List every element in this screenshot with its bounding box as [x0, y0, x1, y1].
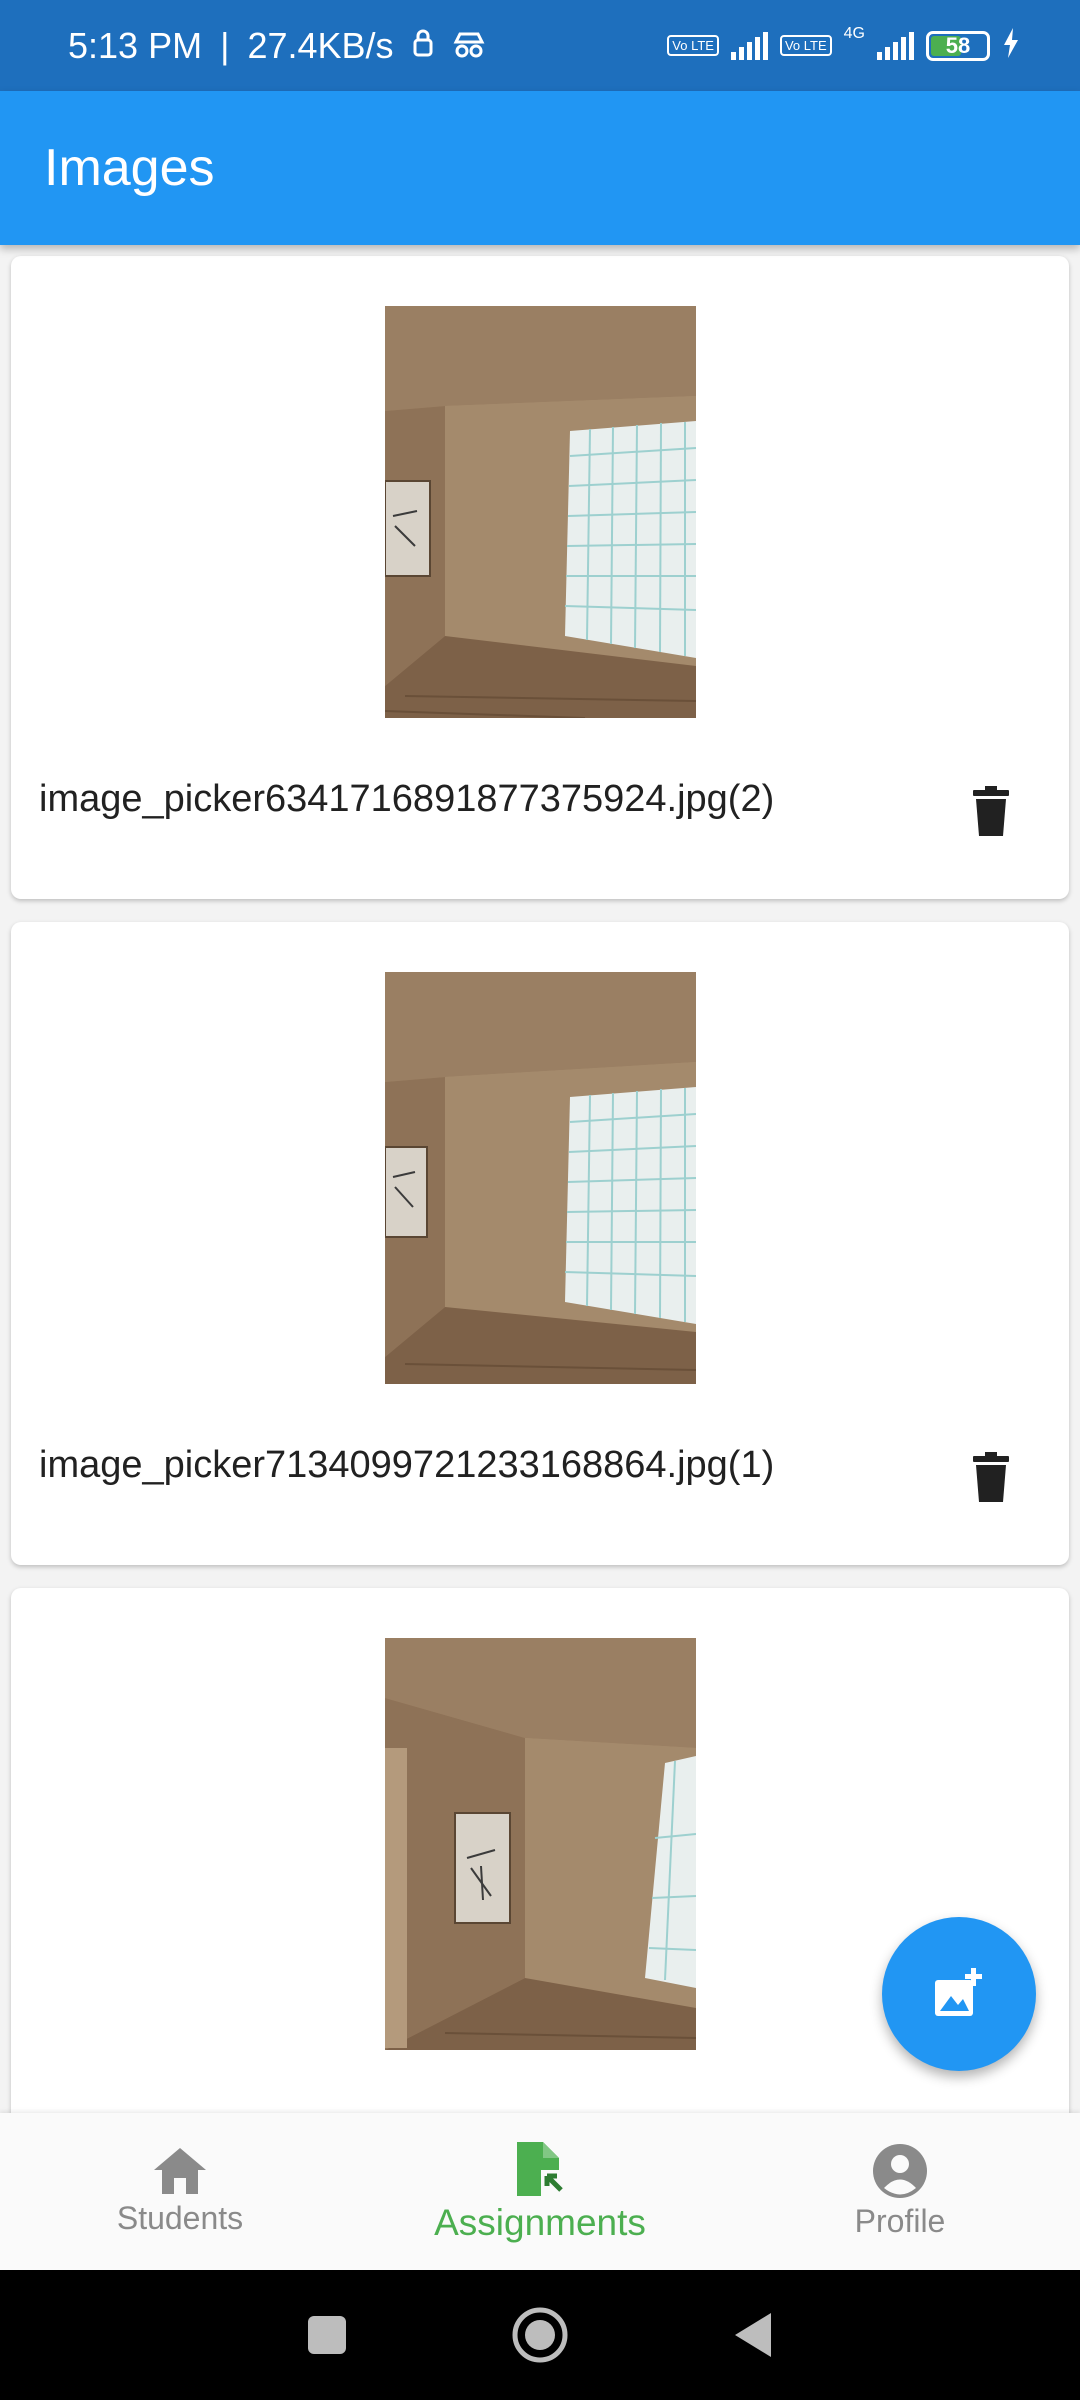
home-icon: [154, 2148, 206, 2194]
recent-apps-button[interactable]: [287, 2295, 367, 2375]
image-thumbnail[interactable]: [385, 972, 696, 1384]
incognito-icon: [452, 25, 486, 67]
volte-badge-2: Vo LTE: [779, 35, 832, 56]
status-time: 5:13 PM: [68, 24, 203, 66]
status-right: Vo LTE Vo LTE 4G 58: [667, 25, 1020, 67]
charging-bolt-icon: [1002, 25, 1020, 67]
circle-home-icon: [512, 2307, 568, 2363]
image-file-name: image_picker6341716891877375924.jpg(2): [39, 778, 775, 820]
nav-item-students[interactable]: Students: [0, 2113, 360, 2270]
status-left: 5:13 PM | 27.4KB/s: [68, 25, 486, 67]
image-list[interactable]: image_picker6341716891877375924.jpg(2) i…: [0, 245, 1080, 2113]
image-thumbnail[interactable]: [385, 306, 696, 718]
back-button[interactable]: [713, 2295, 793, 2375]
trash-icon: [973, 1452, 1009, 1502]
image-card: image_picker6341716891877375924.jpg(2): [11, 256, 1069, 899]
nav-item-assignments[interactable]: Assignments: [360, 2113, 720, 2270]
battery-level: 58: [945, 32, 971, 58]
delete-button[interactable]: [963, 781, 1019, 841]
back-triangle-icon: [735, 2313, 772, 2357]
nav-label-profile: Profile: [854, 2203, 946, 2239]
add-photo-icon: [935, 1968, 982, 2016]
system-navigation-bar: [0, 2270, 1080, 2400]
home-button[interactable]: [500, 2295, 580, 2375]
volte-badge-1: Vo LTE: [667, 35, 719, 56]
nav-item-profile[interactable]: Profile: [720, 2113, 1080, 2270]
signal-strength-icon-2: [877, 31, 914, 60]
network-type: 4G: [843, 24, 865, 42]
app-bar: Images: [0, 91, 1080, 245]
trash-icon: [973, 786, 1009, 836]
security-lock-icon: [412, 25, 434, 67]
delete-button[interactable]: [963, 1447, 1019, 1507]
battery-indicator: 58: [926, 30, 990, 61]
image-card: image_picker7134099721233168864.jpg(1): [11, 922, 1069, 1565]
add-image-button[interactable]: [882, 1917, 1036, 2071]
bottom-navigation: Students Assignments Profile: [0, 2113, 1080, 2270]
network-speed: 27.4KB/s: [247, 24, 394, 66]
status-bar: 5:13 PM | 27.4KB/s Vo LTE Vo LTE 4G 58: [0, 0, 1080, 91]
square-icon: [307, 2316, 346, 2354]
status-separator: |: [220, 24, 230, 66]
nav-label-assignments: Assignments: [434, 2201, 646, 2243]
nav-label-students: Students: [116, 2200, 244, 2236]
account-circle-icon: [873, 2144, 927, 2198]
page-title: Images: [44, 139, 215, 197]
signal-strength-icon-1: [730, 31, 768, 60]
assignment-file-icon: [517, 2141, 567, 2198]
image-thumbnail[interactable]: [385, 1638, 696, 2050]
image-file-name: image_picker7134099721233168864.jpg(1): [39, 1444, 775, 1486]
